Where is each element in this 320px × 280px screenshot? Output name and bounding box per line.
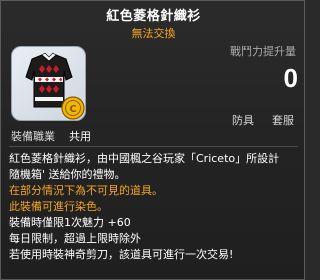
scissors-trade-line: 若使用時裝神奇剪刀，該道具可進行一次交易! — [9, 248, 234, 261]
svg-text:C: C — [69, 104, 76, 115]
category-armor-tab[interactable]: 防具 — [227, 112, 259, 130]
dye-warning: 此裝備可進行染色。 — [9, 200, 108, 213]
power-increase-label: 戰鬥力提升量 — [230, 45, 296, 58]
daily-limit-line: 每日限制，超過上限時除外 — [9, 232, 141, 245]
section-divider — [9, 146, 298, 147]
trade-status: 無法交換 — [131, 27, 176, 40]
category-set-tab[interactable]: 套服 — [267, 112, 299, 130]
item-tooltip: 紅色菱格針織衫 無法交換 C 戰鬥力提升量 0 防具 套服 裝備職業 共用 紅色… — [0, 0, 305, 280]
description-line: 紅色菱格針織衫，由中國楓之谷玩家「Criceto」所設計 — [9, 152, 280, 165]
power-increase-value: 0 — [283, 63, 298, 93]
item-name: 紅色菱格針織衫 — [106, 9, 201, 24]
red-diamond-knit-sweater-icon: C — [25, 52, 85, 120]
equip-stat-line: 裝備時僅限1次魅力 +60 — [9, 216, 131, 229]
item-description: 紅色菱格針織衫，由中國楓之谷玩家「Criceto」所設計 隨機箱' 送給你的禮物… — [9, 151, 301, 263]
invisible-warning: 在部分情況下為不可見的道具。 — [9, 184, 163, 197]
description-line: 隨機箱' 送給你的禮物。 — [9, 168, 126, 181]
equip-job-label: 裝備職業 — [11, 130, 55, 143]
item-icon-frame: C — [11, 46, 86, 121]
equip-job-value: 共用 — [69, 130, 91, 143]
